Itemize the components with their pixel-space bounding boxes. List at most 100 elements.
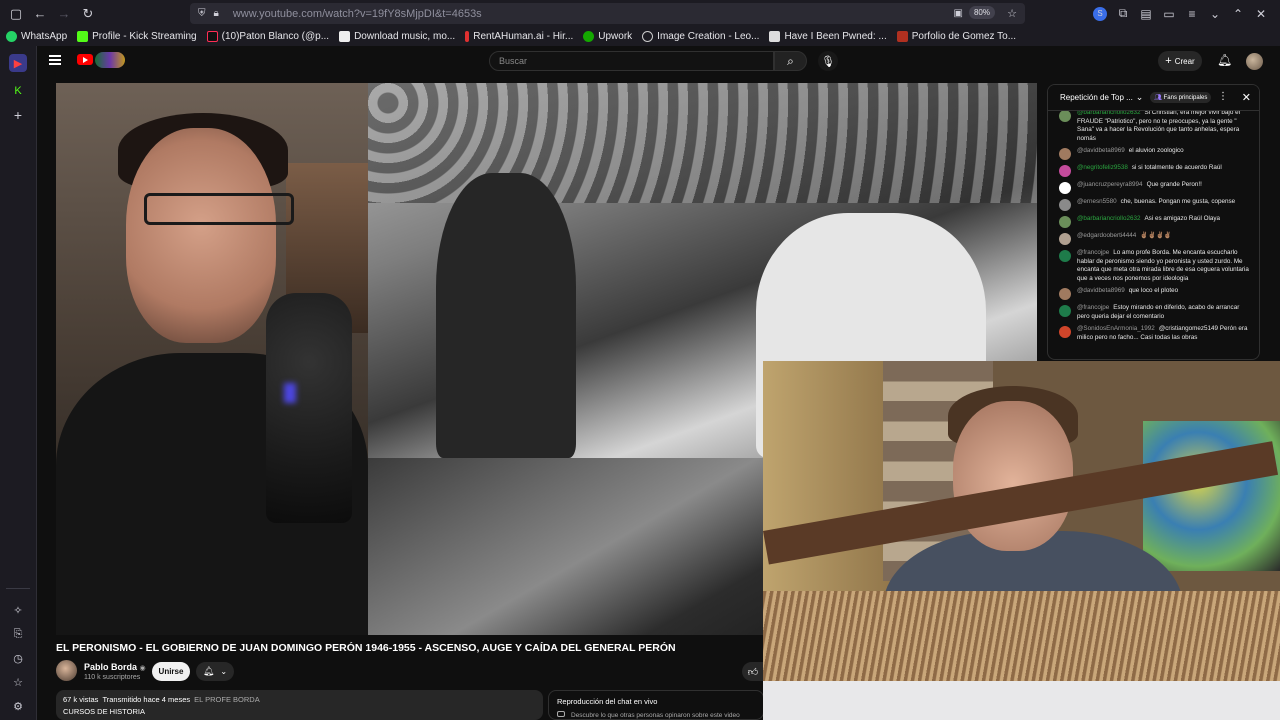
page-icon	[339, 31, 351, 42]
chat-author-name[interactable]: @SonidosEnArmonia_1992	[1077, 325, 1155, 332]
channel-avatar[interactable]	[56, 660, 77, 681]
chat-author-avatar[interactable]	[1059, 165, 1071, 177]
settings-icon[interactable]: ⚙	[9, 697, 27, 715]
chat-message[interactable]: @francojpe Lo amo profe Borda. Me encanta…	[1048, 247, 1259, 285]
notifications-bell-icon[interactable]: 🔔︎	[1217, 53, 1232, 67]
like-button[interactable]: 👍︎	[742, 662, 764, 681]
bookmark-download-music[interactable]: Download music, mo...	[339, 31, 455, 42]
chat-message[interactable]: @davidbeta8969 que loco el ploteo	[1048, 285, 1259, 302]
chat-author-name[interactable]: @ernesn5580	[1077, 198, 1117, 205]
chevron-down-icon[interactable]: ⌄	[1136, 92, 1144, 103]
maximize-icon[interactable]: ⌃	[1231, 7, 1245, 21]
video-title: EL PERONISMO - EL GOBIERNO DE JUAN DOMIN…	[56, 642, 676, 654]
search-input[interactable]: Buscar	[489, 51, 774, 71]
browser-vertical-sidebar: ▶ K + ✧ ⎘ ◷ ☆ ⚙	[0, 46, 37, 720]
synced-tabs-icon[interactable]: ⎘	[9, 625, 27, 643]
kick-tab-icon[interactable]: K	[9, 82, 27, 100]
youtube-tab-icon[interactable]: ▶	[9, 54, 27, 72]
chat-author-avatar[interactable]	[1059, 326, 1071, 338]
channel-tag[interactable]: EL PROFE BORDA	[194, 695, 260, 704]
more-options-icon[interactable]: ⋮	[1218, 91, 1228, 102]
join-button[interactable]: Unirse	[152, 662, 190, 681]
chat-message[interactable]: @negritofeliz9538 si si totalmente de acu…	[1048, 162, 1259, 179]
bookmark-upwork[interactable]: Upwork	[583, 31, 632, 42]
chat-author-name[interactable]: @negritofeliz9538	[1077, 164, 1128, 171]
chat-author-avatar[interactable]	[1059, 199, 1071, 211]
url-text[interactable]: www.youtube.com/watch?v=19fY8sMjpDI&t=46…	[233, 8, 482, 20]
chat-author-name[interactable]: @barbariancriollo2632	[1077, 215, 1140, 222]
chat-author-avatar[interactable]	[1059, 288, 1071, 300]
chat-author-name[interactable]: @juancruzpereyra8994	[1077, 181, 1143, 188]
chat-message[interactable]: @francojpe Estoy mirando en diferido, aca…	[1048, 302, 1259, 323]
address-bar[interactable]: ⛨ 🔒︎ www.youtube.com/watch?v=19fY8sMjpDI…	[190, 3, 1025, 24]
chat-author-avatar[interactable]	[1059, 216, 1071, 228]
chat-author-avatar[interactable]	[1059, 250, 1071, 262]
chat-author-name[interactable]: @davidbeta8969	[1077, 147, 1125, 154]
channel-name[interactable]: Pablo Borda ◉	[84, 662, 146, 672]
chat-author-avatar[interactable]	[1059, 305, 1071, 317]
bookmark-leonardo[interactable]: Image Creation - Leo...	[642, 31, 759, 42]
sidebar-icon[interactable]: ▭	[1162, 7, 1176, 21]
subscribe-bell-button[interactable]: 🔔︎ ⌄	[196, 662, 234, 681]
chat-author-avatar[interactable]	[1059, 110, 1071, 122]
chat-author-name[interactable]: @francojpe	[1077, 304, 1109, 311]
bookmark-whatsapp[interactable]: WhatsApp	[6, 31, 67, 42]
hamburger-menu-icon[interactable]	[49, 55, 61, 65]
close-window-icon[interactable]: ✕	[1254, 7, 1268, 21]
chat-message[interactable]: @juancruzpereyra8994 Que grande Peron!!	[1048, 179, 1259, 196]
back-icon[interactable]: ←	[28, 2, 52, 26]
container-icon[interactable]: ▤	[1139, 7, 1153, 21]
chat-message-body: @davidbeta8969 que loco el ploteo	[1077, 287, 1178, 300]
voice-search-button[interactable]: 🎙︎	[818, 51, 838, 71]
bookmark-portfolio[interactable]: Porfolio de Gomez To...	[896, 31, 1016, 42]
live-chat-panel: @barbariancriollo2632 Si Christian, era m…	[1047, 84, 1260, 360]
add-tab-icon[interactable]: +	[9, 106, 27, 124]
microphone-light	[284, 383, 296, 403]
youtube-doodle[interactable]	[95, 52, 125, 68]
zoom-level[interactable]: 80%	[968, 6, 995, 19]
youtube-logo-icon[interactable]	[77, 54, 93, 65]
search-button[interactable]: ⌕	[774, 51, 807, 71]
chat-replay-box[interactable]: Reproducción del chat en vivo Descubre l…	[548, 690, 764, 720]
chat-message[interactable]: @barbariancriollo2632 Si Christian, era m…	[1048, 107, 1259, 145]
pip-icon[interactable]: ▣	[954, 8, 963, 19]
chat-author-name[interactable]: @francojpe	[1077, 249, 1109, 256]
bookmark-tiktok[interactable]: (10)Paton Blanco (@p...	[206, 31, 329, 42]
bookmark-haveibeenpwned[interactable]: Have I Been Pwned: ...	[769, 31, 887, 42]
chat-message[interactable]: @davidbeta8969 el aluvion zoologico	[1048, 145, 1259, 162]
extensions-icon[interactable]: ⧉	[1116, 6, 1130, 21]
chat-author-avatar[interactable]	[1059, 233, 1071, 245]
account-icon[interactable]: S	[1093, 6, 1107, 21]
user-avatar[interactable]	[1246, 53, 1263, 70]
chat-author-name[interactable]: @davidbeta8969	[1077, 287, 1125, 294]
top-fans-badge[interactable]: 👥︎ Fans principales	[1150, 92, 1212, 103]
ai-chat-icon[interactable]: ✧	[9, 601, 27, 619]
bookmark-star-icon[interactable]: ☆	[1007, 7, 1017, 20]
lock-icon[interactable]: 🔒︎	[214, 8, 219, 19]
menu-icon[interactable]: ≡	[1185, 7, 1199, 21]
close-chat-icon[interactable]: ✕	[1242, 91, 1251, 104]
chat-author-avatar[interactable]	[1059, 182, 1071, 194]
bookmarks-icon[interactable]: ☆	[9, 673, 27, 691]
chat-message[interactable]: @SonidosEnArmonia_1992 @cristiangomez5149…	[1048, 323, 1259, 344]
create-button[interactable]: + Crear	[1158, 51, 1202, 71]
history-icon[interactable]: ◷	[9, 649, 27, 667]
shield-icon[interactable]: ⛨	[198, 8, 206, 19]
reload-icon[interactable]: ↻	[76, 2, 100, 26]
chat-author-name[interactable]: @edgardooberti4444	[1077, 232, 1136, 239]
sidebar-toggle-icon[interactable]: ▢	[4, 2, 28, 26]
microphone-icon: 🎙︎	[821, 55, 835, 68]
forward-icon[interactable]: →	[52, 2, 76, 26]
live-chat-header: Repetición de Top ... ⌄ 👥︎ Fans principa…	[1048, 85, 1259, 111]
chat-message[interactable]: @barbariancriollo2632 Asi es amigazo Raúl…	[1048, 213, 1259, 230]
chat-message[interactable]: @edgardooberti4444 ✌🏽✌🏽✌🏽✌🏽	[1048, 230, 1259, 247]
description-box[interactable]: 67 k vistas Transmitido hace 4 meses EL …	[56, 690, 543, 720]
bookmark-rentahuman[interactable]: RentAHuman.ai - Hir...	[465, 31, 573, 42]
chat-mode-selector[interactable]: Repetición de Top ...	[1060, 93, 1133, 102]
bell-icon: 🔔︎	[202, 666, 215, 676]
minimize-icon[interactable]: ⌄	[1208, 7, 1222, 21]
chat-message-body: @davidbeta8969 el aluvion zoologico	[1077, 147, 1184, 160]
chat-message[interactable]: @ernesn5580 che, buenas. Pongan me gusta,…	[1048, 196, 1259, 213]
chat-author-avatar[interactable]	[1059, 148, 1071, 160]
bookmark-kick[interactable]: Profile - Kick Streaming	[77, 31, 197, 42]
